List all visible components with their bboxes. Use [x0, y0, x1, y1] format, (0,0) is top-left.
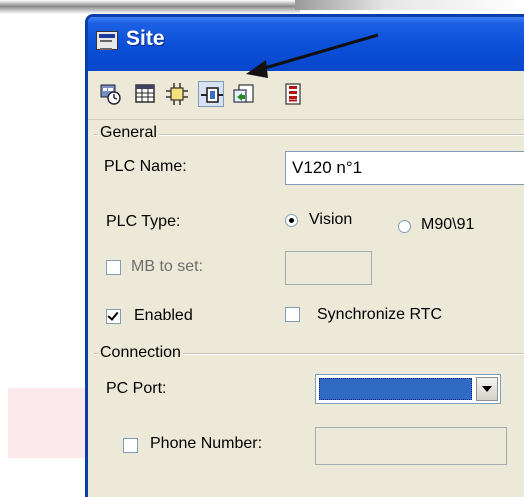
- arrow-shaft: [257, 33, 379, 72]
- annotation-arrow: [246, 33, 379, 78]
- arrow-head: [246, 60, 268, 78]
